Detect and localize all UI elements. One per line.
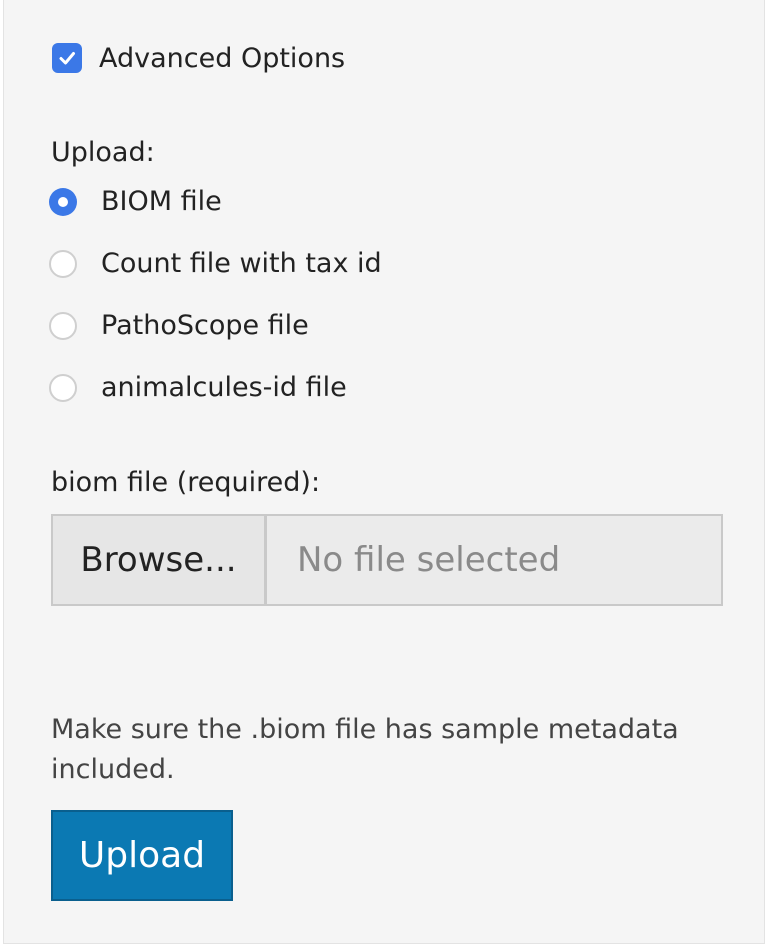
file-name-field[interactable]: No file selected (265, 514, 723, 606)
sidebar-panel: Advanced Options Upload: BIOM file Count… (3, 0, 765, 944)
radio-button[interactable] (49, 374, 77, 402)
upload-button[interactable]: Upload (51, 810, 233, 901)
radio-option-animalcules-id[interactable]: animalcules-id file (49, 368, 347, 408)
help-text: Make sure the .biom file has sample meta… (51, 714, 679, 785)
radio-label: animalcules-id file (101, 372, 347, 403)
radio-button-selected[interactable] (49, 188, 77, 216)
radio-label: BIOM file (101, 186, 222, 217)
file-input-label: biom file (required): (51, 467, 321, 498)
advanced-options-checkbox[interactable] (52, 43, 82, 73)
advanced-options-label[interactable]: Advanced Options (99, 41, 345, 77)
radio-option-pathoscope[interactable]: PathoScope file (49, 306, 309, 346)
radio-button[interactable] (49, 250, 77, 278)
radio-button[interactable] (49, 312, 77, 340)
radio-option-biom[interactable]: BIOM file (49, 182, 222, 222)
checkmark-icon (59, 52, 75, 65)
upload-heading: Upload: (51, 137, 155, 168)
radio-label: Count file with tax id (101, 248, 382, 279)
radio-label: PathoScope file (101, 310, 309, 341)
radio-option-count-file[interactable]: Count file with tax id (49, 244, 382, 284)
browse-button[interactable]: Browse... (51, 514, 265, 606)
